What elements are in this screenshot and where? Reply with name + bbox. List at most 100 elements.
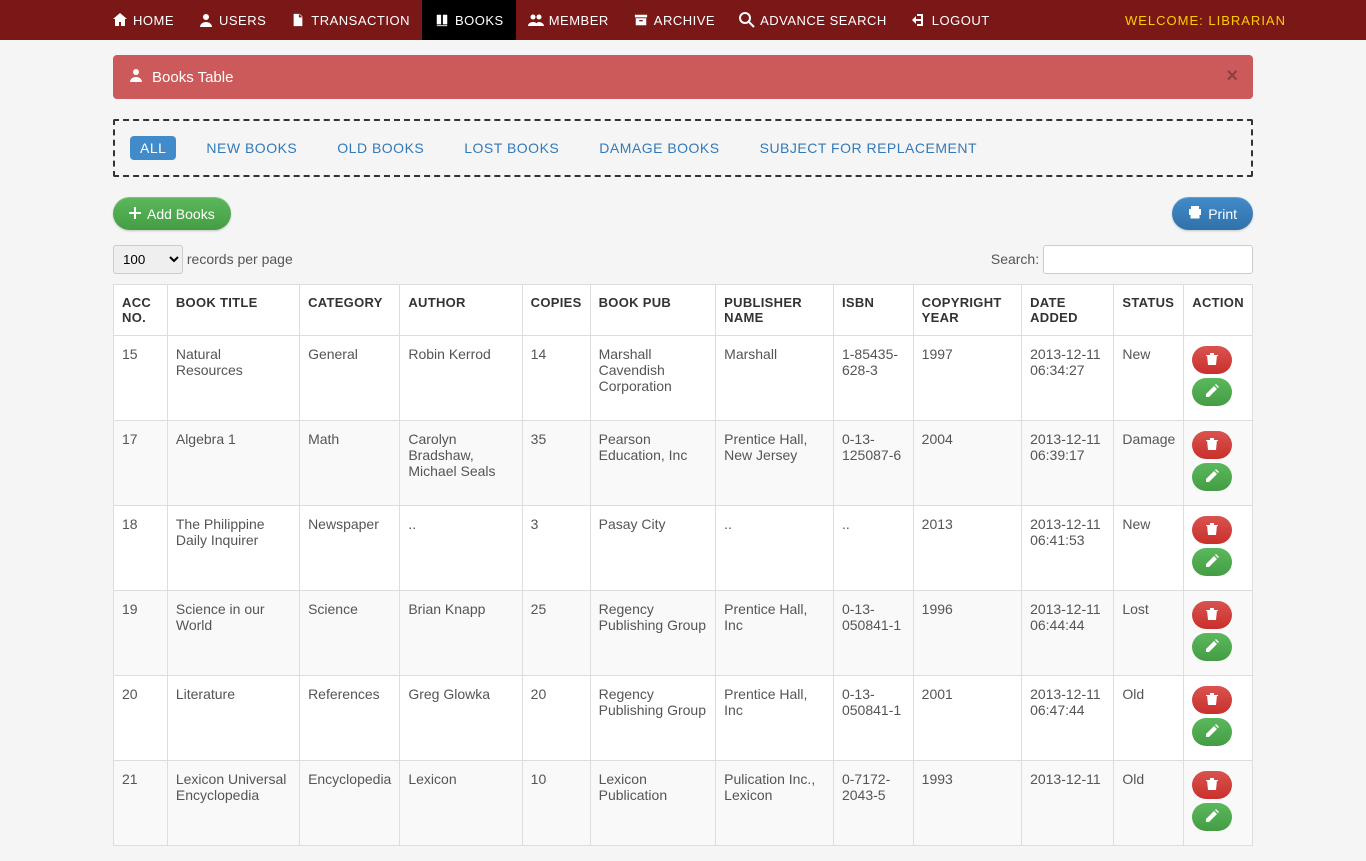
nav-home[interactable]: HOME xyxy=(100,0,186,40)
cell-year: 1997 xyxy=(913,336,1021,421)
edit-button[interactable] xyxy=(1192,718,1232,746)
col-copies[interactable]: COPIES xyxy=(522,285,590,336)
filter-lost-books[interactable]: LOST BOOKS xyxy=(454,136,569,160)
col-book-title[interactable]: BOOK TITLE xyxy=(167,285,299,336)
cell-category: Newspaper xyxy=(300,506,400,591)
cell-year: 2001 xyxy=(913,676,1021,761)
cell-isbn: 0-13-050841-1 xyxy=(833,676,913,761)
cell-acc: 15 xyxy=(114,336,168,421)
nav-logout[interactable]: LOGOUT xyxy=(899,0,1002,40)
delete-button[interactable] xyxy=(1192,346,1232,374)
filter-new-books[interactable]: NEW BOOKS xyxy=(196,136,307,160)
nav-member[interactable]: MEMBER xyxy=(516,0,621,40)
delete-button[interactable] xyxy=(1192,686,1232,714)
cell-title: Natural Resources xyxy=(167,336,299,421)
cell-pubname: .. xyxy=(716,506,834,591)
edit-button[interactable] xyxy=(1192,463,1232,491)
cell-status: New xyxy=(1114,336,1184,421)
cell-pubname: Prentice Hall, Inc xyxy=(716,676,834,761)
records-per-page-select[interactable]: 100 xyxy=(113,245,183,274)
col-book-pub[interactable]: BOOK PUB xyxy=(590,285,716,336)
edit-button[interactable] xyxy=(1192,548,1232,576)
print-icon xyxy=(1188,205,1202,222)
cell-author: Brian Knapp xyxy=(400,591,522,676)
cell-isbn: .. xyxy=(833,506,913,591)
edit-button[interactable] xyxy=(1192,803,1232,831)
cell-action xyxy=(1184,591,1253,676)
cell-action xyxy=(1184,421,1253,506)
delete-button[interactable] xyxy=(1192,601,1232,629)
cell-date: 2013-12-11 06:47:44 xyxy=(1022,676,1114,761)
cell-copies: 25 xyxy=(522,591,590,676)
delete-button[interactable] xyxy=(1192,516,1232,544)
nav-transaction[interactable]: TRANSACTION xyxy=(278,0,422,40)
col-publisher-name[interactable]: PUBLISHER NAME xyxy=(716,285,834,336)
search-icon xyxy=(739,12,755,28)
filter-old-books[interactable]: OLD BOOKS xyxy=(327,136,434,160)
add-books-label: Add Books xyxy=(147,206,215,222)
logout-icon xyxy=(911,12,927,28)
edit-button[interactable] xyxy=(1192,378,1232,406)
cell-copies: 14 xyxy=(522,336,590,421)
cell-year: 1996 xyxy=(913,591,1021,676)
cell-category: Science xyxy=(300,591,400,676)
col-status[interactable]: STATUS xyxy=(1114,285,1184,336)
cell-status: Old xyxy=(1114,676,1184,761)
cell-action xyxy=(1184,336,1253,421)
cell-isbn: 0-7172-2043-5 xyxy=(833,761,913,846)
nav-users[interactable]: USERS xyxy=(186,0,278,40)
filter-subject-replacement[interactable]: SUBJECT FOR REPLACEMENT xyxy=(750,136,987,160)
cell-action xyxy=(1184,676,1253,761)
cell-pubname: Pulication Inc., Lexicon xyxy=(716,761,834,846)
cell-acc: 20 xyxy=(114,676,168,761)
print-button[interactable]: Print xyxy=(1172,197,1253,230)
cell-category: Math xyxy=(300,421,400,506)
cell-status: New xyxy=(1114,506,1184,591)
trash-icon xyxy=(1205,437,1219,454)
filter-all[interactable]: ALL xyxy=(130,136,176,160)
delete-button[interactable] xyxy=(1192,431,1232,459)
filter-box: ALL NEW BOOKS OLD BOOKS LOST BOOKS DAMAG… xyxy=(113,119,1253,177)
pencil-icon xyxy=(1205,554,1219,571)
col-author[interactable]: AUTHOR xyxy=(400,285,522,336)
cell-year: 1993 xyxy=(913,761,1021,846)
search-input[interactable] xyxy=(1043,245,1253,274)
col-action[interactable]: ACTION xyxy=(1184,285,1253,336)
delete-button[interactable] xyxy=(1192,771,1232,799)
nav-archive[interactable]: ARCHIVE xyxy=(621,0,727,40)
close-icon[interactable]: × xyxy=(1226,65,1238,88)
cell-pubname: Marshall xyxy=(716,336,834,421)
cell-copies: 3 xyxy=(522,506,590,591)
nav-books[interactable]: BOOKS xyxy=(422,0,516,40)
add-books-button[interactable]: Add Books xyxy=(113,197,231,230)
book-icon xyxy=(434,12,450,28)
cell-acc: 18 xyxy=(114,506,168,591)
records-label: records per page xyxy=(187,251,293,267)
filter-damage-books[interactable]: DAMAGE BOOKS xyxy=(589,136,729,160)
trash-icon xyxy=(1205,352,1219,369)
table-row: 18The Philippine Daily InquirerNewspaper… xyxy=(114,506,1253,591)
col-category[interactable]: CATEGORY xyxy=(300,285,400,336)
col-acc-no[interactable]: ACC NO. xyxy=(114,285,168,336)
pencil-icon xyxy=(1205,809,1219,826)
table-row: 21Lexicon Universal EncyclopediaEncyclop… xyxy=(114,761,1253,846)
col-isbn[interactable]: ISBN xyxy=(833,285,913,336)
trash-icon xyxy=(1205,777,1219,794)
edit-button[interactable] xyxy=(1192,633,1232,661)
cell-status: Old xyxy=(1114,761,1184,846)
cell-title: Algebra 1 xyxy=(167,421,299,506)
cell-title: Lexicon Universal Encyclopedia xyxy=(167,761,299,846)
welcome-text: WELCOME: LIBRARIAN xyxy=(1125,13,1366,28)
cell-pub: Pearson Education, Inc xyxy=(590,421,716,506)
cell-year: 2004 xyxy=(913,421,1021,506)
cell-status: Damage xyxy=(1114,421,1184,506)
pencil-icon xyxy=(1205,384,1219,401)
table-row: 17Algebra 1MathCarolyn Bradshaw, Michael… xyxy=(114,421,1253,506)
col-date-added[interactable]: DATE ADDED xyxy=(1022,285,1114,336)
cell-acc: 19 xyxy=(114,591,168,676)
nav-advance-search[interactable]: ADVANCE SEARCH xyxy=(727,0,899,40)
col-copyright-year[interactable]: COPYRIGHT YEAR xyxy=(913,285,1021,336)
panel-header: Books Table × xyxy=(113,55,1253,99)
cell-date: 2013-12-11 06:34:27 xyxy=(1022,336,1114,421)
nav-advance-search-label: ADVANCE SEARCH xyxy=(760,13,887,28)
